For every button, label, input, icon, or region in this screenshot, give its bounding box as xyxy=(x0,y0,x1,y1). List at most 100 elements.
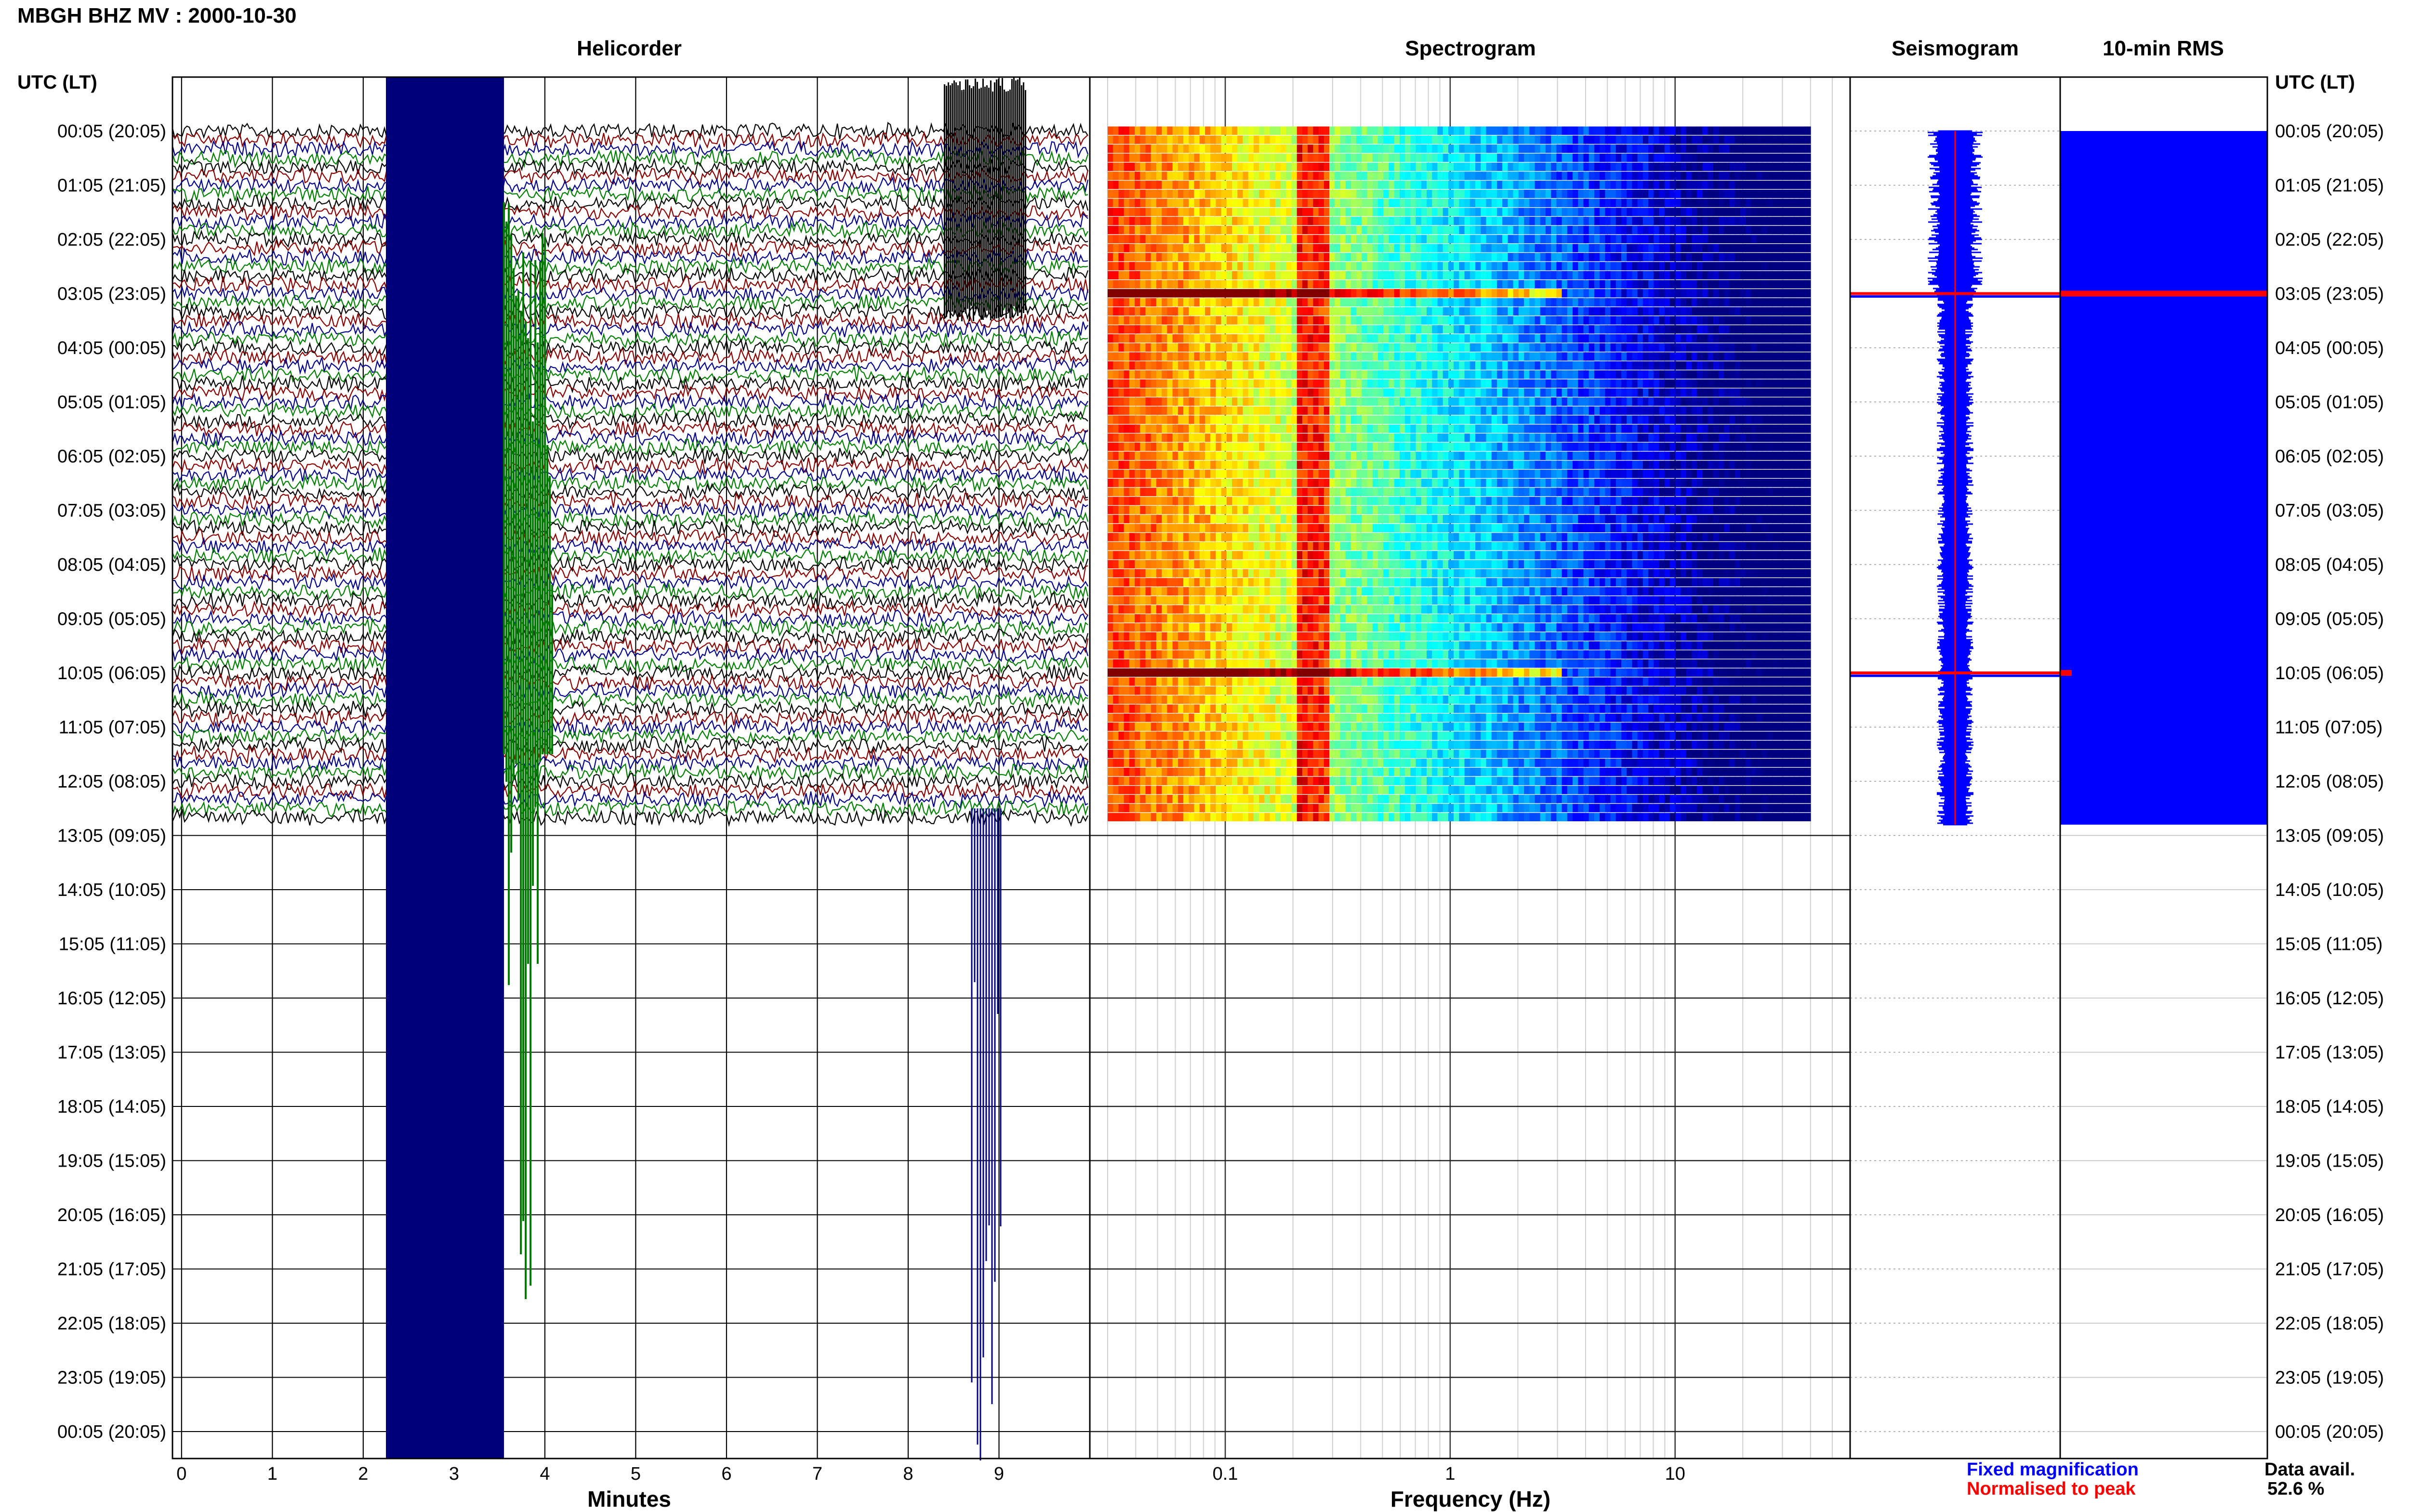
spectrogram-cell xyxy=(1291,171,1297,180)
spectrogram-cell xyxy=(1740,298,1746,307)
spectrogram-cell xyxy=(1475,126,1482,135)
spectrogram-cell xyxy=(1794,162,1800,171)
spectrogram-cell xyxy=(1399,424,1405,433)
spectrogram-cell xyxy=(1686,280,1692,289)
spectrogram-cell xyxy=(1551,262,1557,271)
spectrogram-cell xyxy=(1275,334,1281,343)
spectrogram-cell xyxy=(1481,253,1487,262)
spectrogram-cell xyxy=(1588,307,1595,316)
spectrogram-cell xyxy=(1335,343,1341,352)
spectrogram-cell xyxy=(1432,334,1438,343)
spectrogram-cell xyxy=(1270,153,1276,162)
spectrogram-cell xyxy=(1172,325,1178,334)
spectrogram-cell xyxy=(1318,406,1324,415)
spectrogram-cell xyxy=(1399,253,1405,262)
spectrogram-cell xyxy=(1443,325,1449,334)
spectrogram-cell xyxy=(1707,343,1714,352)
spectrogram-cell xyxy=(1183,162,1190,171)
spectrogram-cell xyxy=(1194,289,1200,298)
spectrogram-cell xyxy=(1496,379,1503,388)
spectrogram-cell xyxy=(1675,316,1681,325)
spectrogram-cell xyxy=(1583,397,1589,406)
spectrogram-cell xyxy=(1416,343,1422,352)
spectrogram-cell xyxy=(1118,334,1125,343)
spectrogram-cell xyxy=(1588,298,1595,307)
spectrogram-cell xyxy=(1659,162,1665,171)
spectrogram-cell xyxy=(1513,370,1519,379)
spectrogram-cell xyxy=(1232,171,1238,180)
spectrogram-cell xyxy=(1800,171,1806,180)
spectrogram-cell xyxy=(1475,316,1482,325)
spectrogram-cell xyxy=(1778,434,1784,442)
spectrogram-cell xyxy=(1421,442,1427,451)
spectrogram-cell xyxy=(1297,145,1303,153)
spectrogram-cell xyxy=(1345,253,1351,262)
spectrogram-cell xyxy=(1805,289,1811,298)
spectrogram-cell xyxy=(1405,225,1411,235)
spectrogram-cell xyxy=(1308,307,1314,316)
spectrogram-cell xyxy=(1697,424,1703,433)
spectrogram-cell xyxy=(1335,235,1341,243)
spectrogram-cell xyxy=(1340,126,1346,135)
spectrogram-cell xyxy=(1610,171,1616,180)
spectrogram-cell xyxy=(1761,307,1768,316)
spectrogram-cell xyxy=(1264,451,1271,460)
spectrogram-cell xyxy=(1437,171,1443,180)
spectrogram-cell xyxy=(1335,153,1341,162)
spectrogram-cell xyxy=(1378,153,1384,162)
spectrogram-cell xyxy=(1124,379,1130,388)
spectrogram-cell xyxy=(1529,225,1535,235)
spectrogram-cell xyxy=(1329,271,1336,279)
spectrogram-cell xyxy=(1659,388,1665,397)
spectrogram-cell xyxy=(1318,135,1324,144)
spectrogram-cell xyxy=(1545,244,1551,252)
spectrogram-cell xyxy=(1545,451,1551,460)
spectrogram-cell xyxy=(1118,307,1125,316)
spectrogram-cell xyxy=(1729,145,1735,153)
spectrogram-cell xyxy=(1454,181,1460,189)
spectrogram-cell xyxy=(1389,352,1395,361)
spectrogram-cell xyxy=(1199,388,1205,397)
spectrogram-cell xyxy=(1232,415,1238,424)
spectrogram-cell xyxy=(1707,225,1714,235)
spectrogram-cell xyxy=(1691,370,1697,379)
spectrogram-cell xyxy=(1719,334,1725,343)
spectrogram-cell xyxy=(1508,361,1514,370)
spectrogram-cell xyxy=(1350,271,1357,279)
spectrogram-cell xyxy=(1529,289,1535,298)
spectrogram-cell xyxy=(1529,334,1535,343)
spectrogram-cell xyxy=(1496,434,1503,442)
spectrogram-cell xyxy=(1551,352,1557,361)
spectrogram-cell xyxy=(1367,198,1373,207)
spectrogram-cell xyxy=(1707,171,1714,180)
spectrogram-cell xyxy=(1264,145,1271,153)
spectrogram-cell xyxy=(1416,406,1422,415)
spectrogram-cell xyxy=(1194,352,1200,361)
spectrogram-cell xyxy=(1204,126,1211,135)
spectrogram-cell xyxy=(1496,271,1503,279)
spectrogram-cell xyxy=(1610,280,1616,289)
spectrogram-cell xyxy=(1642,235,1649,243)
spectrogram-cell xyxy=(1183,217,1190,225)
spectrogram-cell xyxy=(1350,415,1357,424)
spectrogram-cell xyxy=(1345,244,1351,252)
spectrogram-cell xyxy=(1670,415,1676,424)
spectrogram-cell xyxy=(1670,379,1676,388)
spectrogram-cell xyxy=(1632,126,1638,135)
spectrogram-cell xyxy=(1221,451,1227,460)
spectrogram-cell xyxy=(1427,244,1433,252)
spectrogram-cell xyxy=(1697,217,1703,225)
spectrogram-cell xyxy=(1675,415,1681,424)
spectrogram-cell xyxy=(1605,406,1611,415)
spectrogram-cell xyxy=(1627,126,1633,135)
spectrogram-cell xyxy=(1578,145,1584,153)
spectrogram-cell xyxy=(1362,181,1368,189)
spectrogram-cell xyxy=(1524,388,1530,397)
spectrogram-cell xyxy=(1805,198,1811,207)
spectrogram-cell xyxy=(1210,460,1217,469)
spectrogram-cell xyxy=(1394,307,1400,316)
spectrogram-cell xyxy=(1659,235,1665,243)
spectrogram-cell xyxy=(1627,171,1633,180)
spectrogram-cell xyxy=(1594,280,1600,289)
spectrogram-cell xyxy=(1535,307,1541,316)
